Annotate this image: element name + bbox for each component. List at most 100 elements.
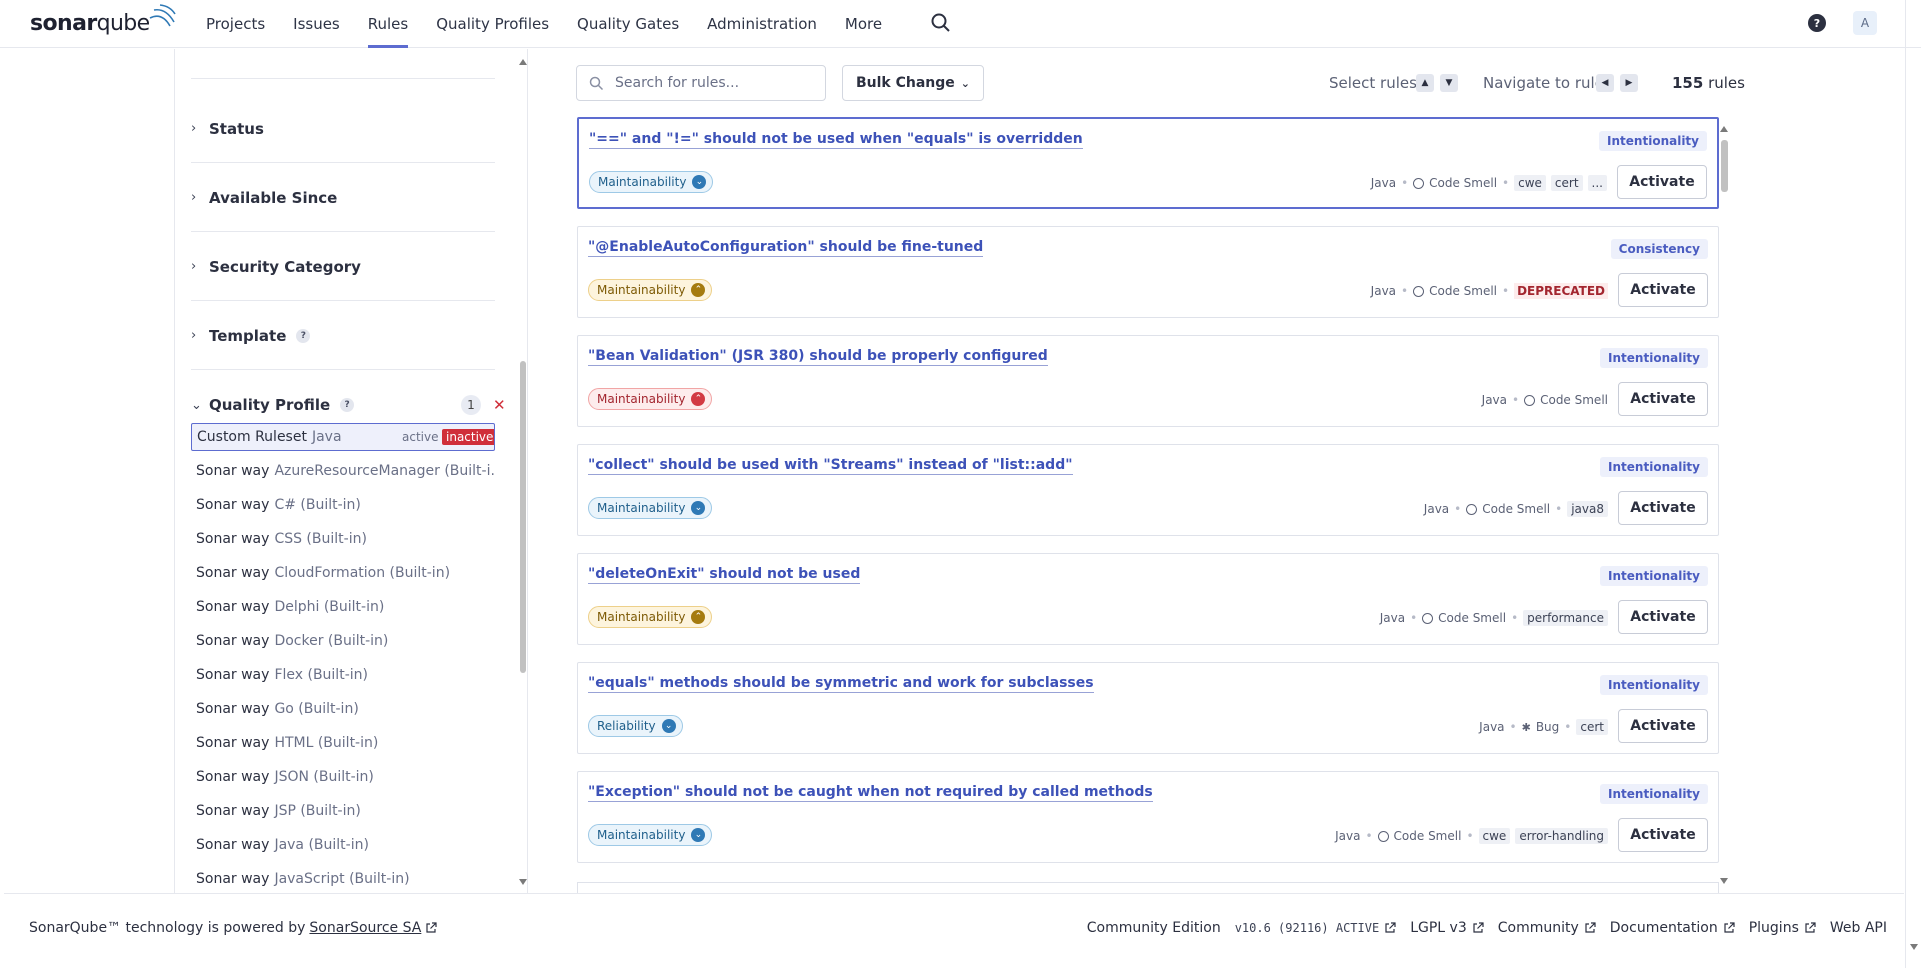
documentation-link[interactable]: Documentation bbox=[1610, 920, 1735, 936]
license-link[interactable]: LGPL v3 bbox=[1410, 920, 1484, 936]
facet-available-since[interactable]: › Available Since bbox=[191, 164, 495, 232]
software-quality-impact-badge[interactable]: Reliability ⌄ bbox=[588, 715, 683, 737]
footer-links: Community Edition v10.6 (92116) ACTIVE L… bbox=[1073, 920, 1887, 936]
chevron-right-icon: › bbox=[191, 259, 197, 274]
software-quality-impact-badge[interactable]: Maintainability ⌃ bbox=[588, 606, 713, 628]
help-icon[interactable]: ? bbox=[1808, 14, 1826, 32]
scroll-down-icon[interactable] bbox=[519, 879, 527, 885]
scroll-up-icon[interactable] bbox=[519, 59, 527, 65]
software-quality-impact-badge[interactable]: Maintainability ⌄ bbox=[588, 824, 713, 846]
rule-card[interactable]: "Exception" should not be caught when no… bbox=[577, 771, 1719, 863]
help-icon[interactable]: ? bbox=[296, 328, 311, 343]
profile-custom-ruleset-java[interactable]: Custom Ruleset Java active inactive bbox=[191, 423, 495, 451]
avatar[interactable]: A bbox=[1853, 11, 1877, 35]
rule-title-link[interactable]: "deleteOnExit" should not be used bbox=[588, 566, 861, 584]
activate-button[interactable]: Activate bbox=[1618, 491, 1708, 525]
rule-card[interactable]: "collect" should be used with "Streams" … bbox=[577, 444, 1719, 536]
profile-item[interactable]: Sonar way JavaScript (Built-in) bbox=[191, 865, 495, 893]
inactive-toggle[interactable]: inactive bbox=[442, 429, 494, 445]
rule-card[interactable]: "Bean Validation" (JSR 380) should be pr… bbox=[577, 335, 1719, 427]
nav-more[interactable]: More bbox=[845, 0, 882, 48]
navigate-next-rule-button[interactable]: ▶ bbox=[1620, 74, 1638, 92]
code-smell-icon bbox=[1466, 503, 1478, 515]
sonarsource-link[interactable]: SonarSource SA bbox=[309, 920, 421, 936]
external-link-icon bbox=[1473, 922, 1484, 933]
scrollbar-thumb[interactable] bbox=[1721, 140, 1728, 192]
version-link[interactable]: v10.6 (92116) ACTIVE bbox=[1235, 921, 1397, 935]
select-rules-label: Select rules bbox=[1329, 74, 1417, 92]
rule-card[interactable]: "equals" methods should be symmetric and… bbox=[577, 662, 1719, 754]
community-link[interactable]: Community bbox=[1498, 920, 1596, 936]
rule-title-link[interactable]: "equals" methods should be symmetric and… bbox=[588, 675, 1094, 693]
help-icon[interactable]: ? bbox=[340, 398, 355, 412]
severity-low-icon: ⌄ bbox=[691, 501, 706, 515]
scroll-up-icon[interactable] bbox=[1720, 126, 1728, 132]
nav-administration[interactable]: Administration bbox=[707, 0, 817, 48]
facet-status[interactable]: › Status bbox=[191, 95, 495, 163]
profile-item[interactable]: Sonar way HTML (Built-in) bbox=[191, 729, 495, 757]
clear-filter-icon[interactable]: ✕ bbox=[493, 396, 506, 414]
more-tags-button[interactable]: ... bbox=[1587, 175, 1607, 191]
profile-item[interactable]: Sonar way Flex (Built-in) bbox=[191, 661, 495, 689]
software-quality-impact-badge[interactable]: Maintainability ⌄ bbox=[589, 171, 714, 193]
profile-item[interactable]: Sonar way CSS (Built-in) bbox=[191, 525, 495, 553]
rule-card[interactable]: "@EnableAutoConfiguration" should be fin… bbox=[577, 226, 1719, 318]
rule-card[interactable]: "==" and "!=" should not be used when "e… bbox=[577, 117, 1719, 209]
profile-item[interactable]: Sonar way Docker (Built-in) bbox=[191, 627, 495, 655]
software-quality-impact-badge[interactable]: Maintainability ⌃ bbox=[588, 388, 713, 410]
plugins-link[interactable]: Plugins bbox=[1749, 920, 1816, 936]
chevron-right-icon: › bbox=[191, 190, 197, 205]
rule-title-link[interactable]: "@EnableAutoConfiguration" should be fin… bbox=[588, 239, 984, 257]
software-quality-impact-badge[interactable]: Maintainability ⌄ bbox=[588, 497, 713, 519]
facet-security-category[interactable]: › Security Category bbox=[191, 233, 495, 301]
rule-search-input[interactable]: Search for rules... bbox=[576, 65, 826, 101]
rule-title-link[interactable]: "collect" should be used with "Streams" … bbox=[588, 457, 1073, 475]
select-next-rule-button[interactable]: ▼ bbox=[1440, 74, 1458, 92]
severity-medium-icon: ⌃ bbox=[691, 610, 706, 624]
activate-button[interactable]: Activate bbox=[1618, 818, 1708, 852]
clean-code-attribute-badge: Intentionality bbox=[1600, 457, 1708, 477]
nav-issues[interactable]: Issues bbox=[293, 0, 340, 48]
nav-quality-gates[interactable]: Quality Gates bbox=[577, 0, 679, 48]
scroll-down-icon[interactable] bbox=[1910, 944, 1918, 950]
chevron-right-icon: › bbox=[191, 121, 197, 136]
bulk-change-button[interactable]: Bulk Change ⌄ bbox=[842, 65, 984, 101]
rule-title-link[interactable]: "Bean Validation" (JSR 380) should be pr… bbox=[588, 348, 1048, 366]
facet-label: Status bbox=[209, 119, 264, 138]
page-scrollbar[interactable] bbox=[1905, 0, 1921, 968]
clean-code-attribute-badge: Intentionality bbox=[1600, 348, 1708, 368]
profile-item[interactable]: Sonar way JSON (Built-in) bbox=[191, 763, 495, 791]
select-previous-rule-button[interactable]: ▲ bbox=[1416, 74, 1434, 92]
sonarqube-logo[interactable]: sonarqube bbox=[30, 4, 176, 40]
nav-projects[interactable]: Projects bbox=[206, 0, 265, 48]
nav-quality-profiles[interactable]: Quality Profiles bbox=[436, 0, 549, 48]
activate-button[interactable]: Activate bbox=[1617, 165, 1707, 199]
profile-item[interactable]: Sonar way JSP (Built-in) bbox=[191, 797, 495, 825]
activate-button[interactable]: Activate bbox=[1618, 382, 1708, 416]
navigate-previous-rule-button[interactable]: ◀ bbox=[1596, 74, 1614, 92]
activate-button[interactable]: Activate bbox=[1618, 709, 1708, 743]
facet-label: Available Since bbox=[209, 188, 338, 207]
activate-button[interactable]: Activate bbox=[1618, 600, 1708, 634]
rule-count: 155 rules bbox=[1672, 74, 1745, 92]
nav-rules[interactable]: Rules bbox=[367, 0, 409, 48]
activate-button[interactable]: Activate bbox=[1618, 273, 1708, 307]
rule-card[interactable]: "deleteOnExit" should not be used Intent… bbox=[577, 553, 1719, 645]
sidebar-scrollbar[interactable] bbox=[515, 49, 527, 893]
scroll-down-icon[interactable] bbox=[1720, 878, 1728, 884]
profile-item[interactable]: Sonar way Delphi (Built-in) bbox=[191, 593, 495, 621]
scrollbar-thumb[interactable] bbox=[520, 361, 526, 673]
profile-item[interactable]: Sonar way CloudFormation (Built-in) bbox=[191, 559, 495, 587]
facet-template[interactable]: › Template ? bbox=[191, 302, 495, 370]
search-icon[interactable] bbox=[930, 12, 952, 34]
profile-item[interactable]: Sonar way AzureResourceManager (Built-i..… bbox=[191, 457, 495, 485]
profile-item[interactable]: Sonar way C# (Built-in) bbox=[191, 491, 495, 519]
rules-list-scrollbar[interactable] bbox=[1718, 120, 1732, 890]
rule-title-link[interactable]: "Exception" should not be caught when no… bbox=[588, 784, 1153, 802]
software-quality-impact-badge[interactable]: Maintainability ⌃ bbox=[588, 279, 713, 301]
rule-title-link[interactable]: "==" and "!=" should not be used when "e… bbox=[589, 131, 1083, 149]
web-api-link[interactable]: Web API bbox=[1830, 920, 1887, 936]
profile-item[interactable]: Sonar way Java (Built-in) bbox=[191, 831, 495, 859]
active-toggle[interactable]: active bbox=[402, 430, 438, 444]
profile-item[interactable]: Sonar way Go (Built-in) bbox=[191, 695, 495, 723]
